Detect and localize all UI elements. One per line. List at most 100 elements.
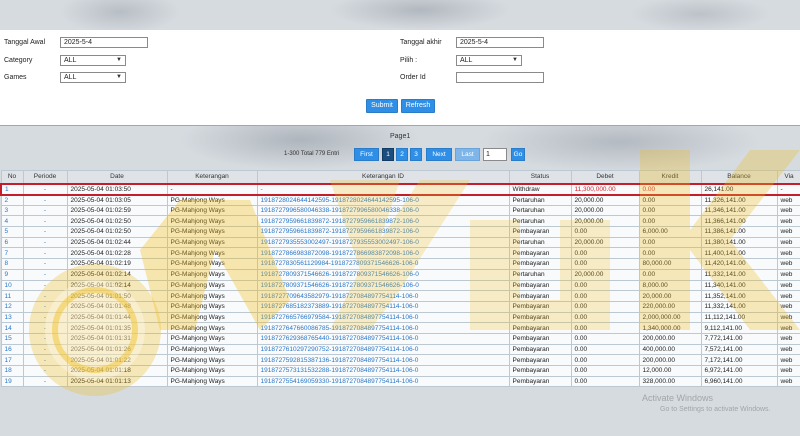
- next-page-button[interactable]: Next: [426, 148, 452, 161]
- go-button[interactable]: Go: [511, 148, 525, 161]
- table-row[interactable]: 2-2025-05-04 01:03:05 PG-Mahjong Ways 1918…: [0, 194, 800, 206]
- periode-cell: -: [22, 311, 68, 324]
- chevron-down-icon: ▼: [512, 57, 518, 63]
- keterangan-cell: PG-Mahjong Ways: [166, 268, 258, 281]
- keterangan-id-cell[interactable]: 1918727709643582979-1918727084897754114-…: [256, 290, 510, 302]
- status-cell: Pembayaran: [508, 226, 572, 238]
- kredit-cell: 20,000.00: [638, 290, 702, 302]
- page-title: Page1: [390, 133, 411, 140]
- table-row[interactable]: 14-2025-05-04 01:01:35 PG-Mahjong Ways 191…: [0, 322, 800, 334]
- keterangan-id-cell[interactable]: 1918727665766979584-1918727084897754114-…: [256, 311, 510, 324]
- tanggal-awal-input[interactable]: 2025-5-4: [60, 37, 148, 48]
- debet-cell: 0.00: [570, 354, 640, 366]
- status-cell: Pertaruhan: [508, 268, 572, 281]
- table-row[interactable]: 13-2025-05-04 01:01:44 PG-Mahjong Ways 191…: [0, 311, 800, 324]
- kredit-cell: 80,000.00: [638, 258, 702, 270]
- keterangan-id-cell[interactable]: 1918727830561129984-1918727809371546626-…: [256, 258, 510, 270]
- periode-cell: -: [22, 290, 68, 302]
- periode-cell: -: [22, 215, 68, 228]
- no-cell: 15: [0, 332, 24, 345]
- keterangan-id-cell[interactable]: 1918727592815387136-1918727084897754114-…: [256, 354, 510, 366]
- tanggal-akhir-input[interactable]: 2025-5-4: [456, 37, 544, 48]
- pilih-select[interactable]: ALL ▼: [456, 55, 522, 66]
- page-button-2[interactable]: 2: [396, 148, 408, 161]
- kredit-cell: 0.00: [638, 194, 702, 206]
- table-row[interactable]: 3-2025-05-04 01:02:59 PG-Mahjong Ways 1918…: [0, 204, 800, 217]
- keterangan-id-cell[interactable]: 1918727610297290752-1918727084897754114-…: [256, 343, 510, 356]
- keterangan-id-cell[interactable]: 1918727647660086785-1918727084897754114-…: [256, 322, 510, 334]
- page-number-input[interactable]: 1: [483, 148, 507, 161]
- balance-cell: 11,112,141.00: [700, 311, 778, 324]
- table-row[interactable]: 9-2025-05-04 01:02:14 PG-Mahjong Ways 1918…: [0, 268, 800, 281]
- last-page-button[interactable]: Last: [455, 148, 480, 161]
- kredit-cell: 6,000.00: [638, 226, 702, 238]
- table-row[interactable]: 1-2025-05-04 01:03:50- - Withdraw 11,300,00…: [0, 182, 800, 196]
- debet-cell: 0.00: [570, 290, 640, 302]
- first-page-button[interactable]: First: [354, 148, 379, 161]
- submit-button[interactable]: Submit: [366, 99, 398, 113]
- via-cell: web: [776, 365, 800, 377]
- table-row[interactable]: 15-2025-05-04 01:01:31 PG-Mahjong Ways 191…: [0, 332, 800, 345]
- page-button-3[interactable]: 3: [410, 148, 422, 161]
- keterangan-id-cell[interactable]: 1918727554169059330-1918727084897754114-…: [256, 375, 510, 388]
- order-id-input[interactable]: [456, 72, 544, 83]
- keterangan-id-cell[interactable]: 1918727809371546626-1918727809371546626-…: [256, 279, 510, 292]
- keterangan-id-cell[interactable]: 1918727996580046338-1918727996580046338-…: [256, 204, 510, 217]
- debet-cell: 0.00: [570, 375, 640, 388]
- no-cell: 4: [0, 215, 24, 228]
- balance-cell: 7,572,141.00: [700, 343, 778, 356]
- balance-cell: 11,346,141.00: [700, 204, 778, 217]
- status-cell: Pembayaran: [508, 247, 572, 260]
- games-select[interactable]: ALL ▼: [60, 72, 126, 83]
- balance-cell: 11,400,141.00: [700, 247, 778, 260]
- no-cell: 1: [0, 182, 24, 196]
- table-row[interactable]: 6-2025-05-04 01:02:44 PG-Mahjong Ways 1918…: [0, 236, 800, 249]
- table-row[interactable]: 18-2025-05-04 01:01:18 PG-Mahjong Ways 191…: [0, 365, 800, 377]
- keterangan-id-cell[interactable]: 1918727685182373889-1918727084897754114-…: [256, 300, 510, 313]
- table-row[interactable]: 5-2025-05-04 01:02:50 PG-Mahjong Ways 1918…: [0, 226, 800, 238]
- via-cell: web: [776, 375, 800, 388]
- balance-cell: 6,972,141.00: [700, 365, 778, 377]
- keterangan-id-cell[interactable]: 1918728024644142595-1918728024644142595-…: [256, 194, 510, 206]
- col-via-header: Via: [776, 170, 800, 184]
- keterangan-id-cell[interactable]: 1918727959661839872-1918727959661839872-…: [256, 226, 510, 238]
- keterangan-id-cell[interactable]: 1918727573131532288-1918727084897754114-…: [256, 365, 510, 377]
- status-cell: Pertaruhan: [508, 204, 572, 217]
- games-label: Games: [4, 74, 27, 81]
- page-button-1[interactable]: 1: [382, 148, 394, 161]
- balance-cell: 11,332,141.00: [700, 300, 778, 313]
- category-select[interactable]: ALL ▼: [60, 55, 126, 66]
- keterangan-id-cell[interactable]: 1918727935553002497-1918727935553002497-…: [256, 236, 510, 249]
- table-row[interactable]: 17-2025-05-04 01:01:22 PG-Mahjong Ways 191…: [0, 354, 800, 366]
- via-cell: web: [776, 215, 800, 228]
- order-id-label: Order Id: [400, 74, 426, 81]
- date-cell: 2025-05-04 01:01:48: [66, 300, 168, 313]
- date-cell: 2025-05-04 01:03:05: [66, 194, 168, 206]
- table-row[interactable]: 19-2025-05-04 01:01:13 PG-Mahjong Ways 191…: [0, 375, 800, 388]
- table-row[interactable]: 12-2025-05-04 01:01:48 PG-Mahjong Ways 191…: [0, 300, 800, 313]
- table-row[interactable]: 16-2025-05-04 01:01:26 PG-Mahjong Ways 191…: [0, 343, 800, 356]
- keterangan-id-cell[interactable]: 1918727866983872098-1918727866983872098-…: [256, 247, 510, 260]
- keterangan-id-cell[interactable]: 1918727629368765440-1918727084897754114-…: [256, 332, 510, 345]
- table-row[interactable]: 8-2025-05-04 01:02:19 PG-Mahjong Ways 1918…: [0, 258, 800, 270]
- status-cell: Pembayaran: [508, 311, 572, 324]
- table-row[interactable]: 10-2025-05-04 01:02:14 PG-Mahjong Ways 191…: [0, 279, 800, 292]
- status-cell: Pertaruhan: [508, 236, 572, 249]
- kredit-cell: 220,000.00: [638, 300, 702, 313]
- via-cell: web: [776, 354, 800, 366]
- keterangan-id-cell[interactable]: 1918727959661839872-1918727959661839872-…: [256, 215, 510, 228]
- windows-activate-subtitle: Go to Settings to activate Windows.: [660, 406, 771, 413]
- date-cell: 2025-05-04 01:02:50: [66, 226, 168, 238]
- debet-cell: 0.00: [570, 226, 640, 238]
- table-row[interactable]: 4-2025-05-04 01:02:50 PG-Mahjong Ways 1918…: [0, 215, 800, 228]
- table-row[interactable]: 11-2025-05-04 01:01:50 PG-Mahjong Ways 191…: [0, 290, 800, 302]
- debet-cell: 20,000.00: [570, 215, 640, 228]
- status-cell: Pembayaran: [508, 300, 572, 313]
- status-cell: Pembayaran: [508, 279, 572, 292]
- refresh-button[interactable]: Refresh: [401, 99, 435, 113]
- keterangan-id-cell[interactable]: 1918727809371546626-1918727809371546626-…: [256, 268, 510, 281]
- keterangan-cell: PG-Mahjong Ways: [166, 247, 258, 260]
- col-status-header: Status: [508, 170, 572, 184]
- debet-cell: 0.00: [570, 300, 640, 313]
- table-row[interactable]: 7-2025-05-04 01:02:28 PG-Mahjong Ways 1918…: [0, 247, 800, 260]
